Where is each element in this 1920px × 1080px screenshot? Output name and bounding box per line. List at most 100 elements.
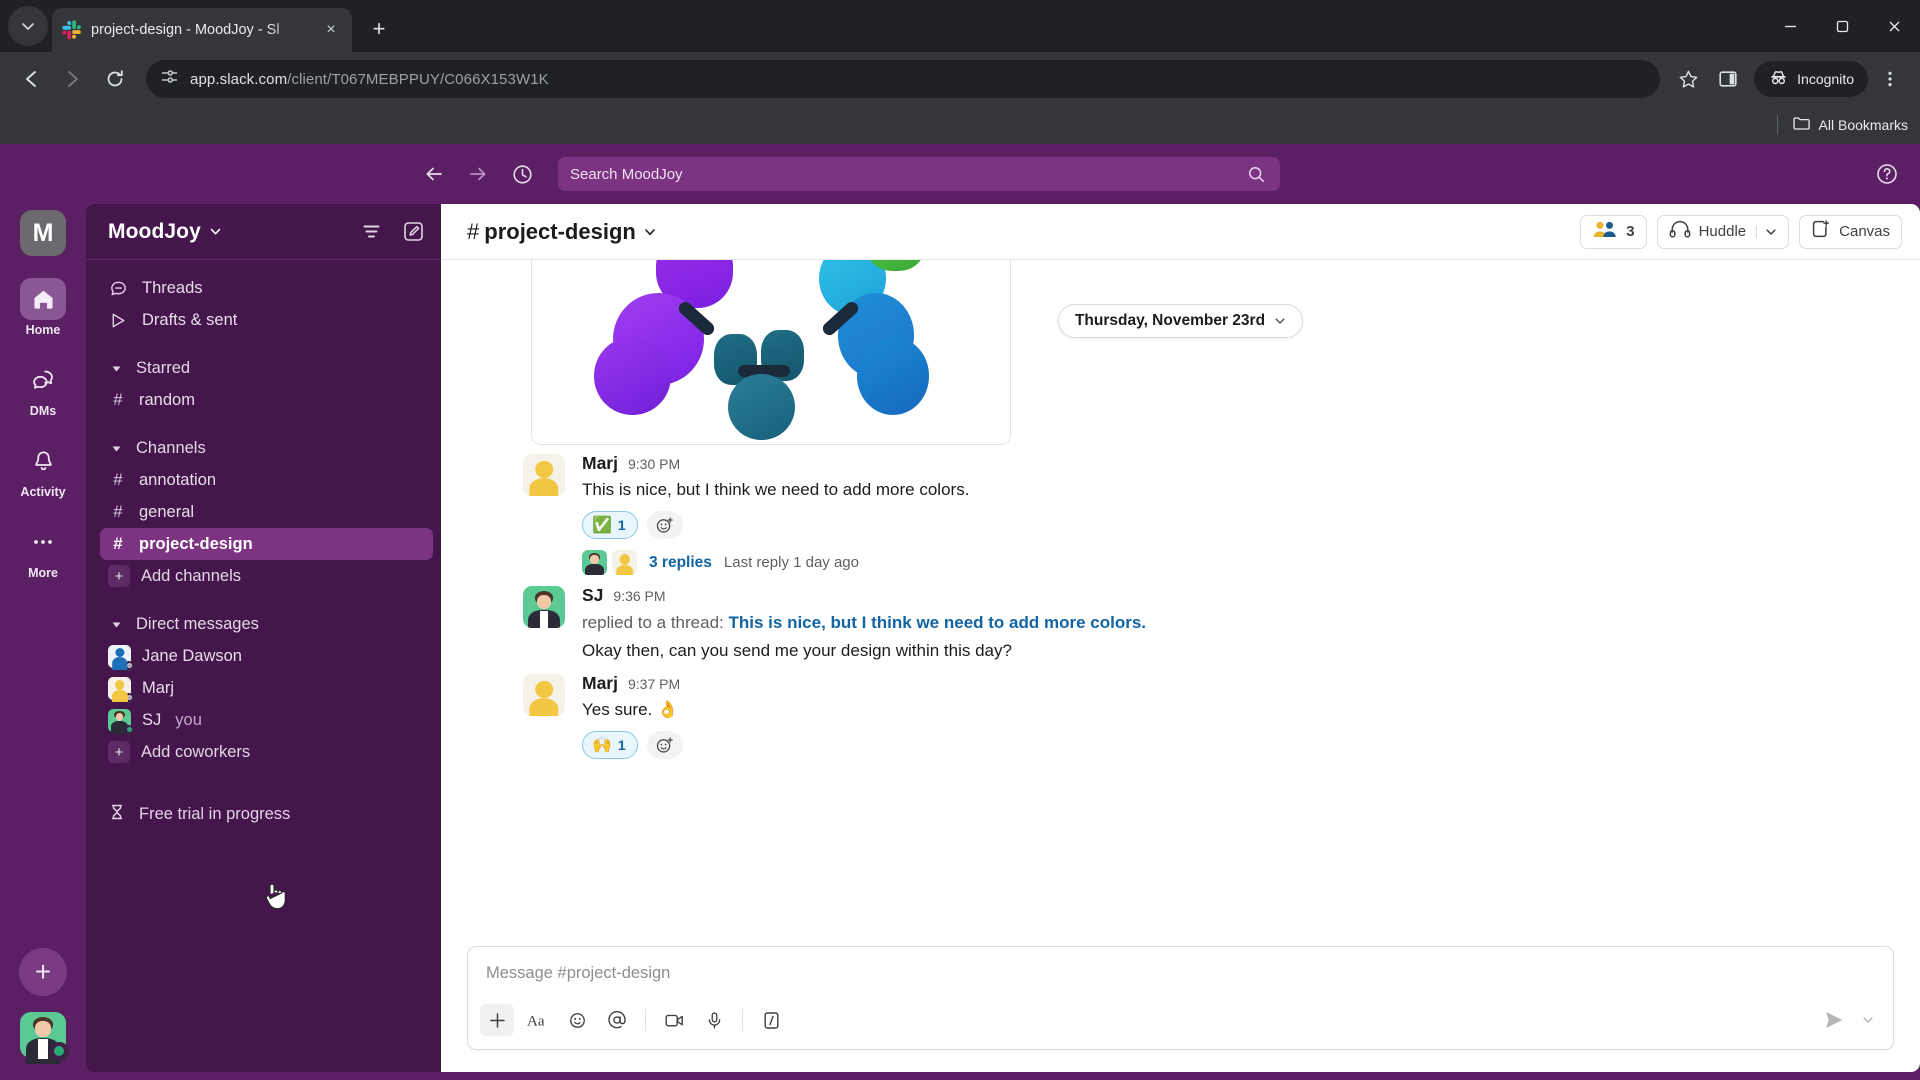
add-reaction-icon[interactable] — [646, 511, 683, 540]
add-channels-button[interactable]: + Add channels — [86, 560, 441, 592]
compose-icon[interactable] — [397, 216, 429, 248]
sidebar-section-starred[interactable]: Starred — [86, 352, 441, 384]
slack-back-icon[interactable] — [420, 160, 448, 188]
workspace-badge[interactable]: M — [20, 210, 66, 256]
sidebar-dm-sj[interactable]: SJ you — [86, 704, 441, 736]
sidebar-channel-random[interactable]: # random — [86, 384, 441, 416]
channel-title[interactable]: # project-design — [467, 219, 657, 245]
help-icon[interactable] — [1872, 159, 1902, 189]
user-avatar[interactable] — [20, 1012, 69, 1064]
channel-header: # project-design 3 Huddle Canvas — [441, 204, 1920, 260]
workspace-name[interactable]: MoodJoy — [108, 220, 201, 244]
members-button[interactable]: 3 — [1580, 214, 1647, 249]
sidebar-channel-general[interactable]: # general — [86, 496, 441, 528]
huddle-button[interactable]: Huddle — [1656, 214, 1790, 249]
video-clip-icon[interactable] — [657, 1004, 691, 1036]
slash-command-icon[interactable] — [754, 1004, 788, 1036]
incognito-indicator[interactable]: Incognito — [1754, 61, 1868, 97]
avatar — [582, 550, 607, 576]
avatar[interactable] — [523, 673, 565, 716]
sidebar-dm-label: Jane Dawson — [142, 646, 242, 665]
sidebar-section-dms[interactable]: Direct messages — [86, 608, 441, 640]
rail-item-dms[interactable]: DMs — [0, 359, 86, 418]
back-button[interactable] — [12, 60, 50, 98]
search-input[interactable]: Search MoodJoy — [558, 157, 1280, 191]
reply-thread-link[interactable]: This is nice, but I think we need to add… — [729, 613, 1147, 632]
new-item-button[interactable]: + — [19, 948, 67, 996]
bookmark-star-icon[interactable] — [1670, 61, 1706, 97]
maximize-icon[interactable] — [1816, 0, 1868, 52]
reaction-emoji: ✅ — [592, 517, 612, 535]
emoji-icon[interactable] — [560, 1004, 594, 1036]
message-timestamp[interactable]: 9:37 PM — [628, 676, 680, 692]
message-list[interactable]: Thursday, November 23rd Marj 9:30 PM Thi… — [441, 260, 1920, 936]
thread-summary[interactable]: 3 replies Last reply 1 day ago — [582, 550, 1894, 576]
add-coworkers-button[interactable]: + Add coworkers — [86, 736, 441, 768]
slack-history-icon[interactable] — [508, 160, 536, 188]
tab-search-chevron-icon[interactable] — [8, 6, 48, 46]
slack-forward-icon[interactable] — [464, 160, 492, 188]
reload-button[interactable] — [96, 60, 134, 98]
site-settings-icon[interactable] — [160, 67, 179, 91]
message-input[interactable]: Message #project-design — [468, 947, 1893, 1004]
message-author[interactable]: Marj — [582, 673, 618, 693]
message-composer[interactable]: Message #project-design Aa — [467, 946, 1894, 1050]
url-text: app.slack.com/client/T067MEBPPUY/C066X15… — [190, 71, 549, 88]
sidebar-channel-annotation[interactable]: # annotation — [86, 464, 441, 496]
sidebar-section-label-channels: Channels — [136, 438, 206, 457]
date-divider-pill[interactable]: Thursday, November 23rd — [1057, 304, 1304, 338]
message-author[interactable]: Marj — [582, 453, 618, 473]
thread-reply-count[interactable]: 3 replies — [649, 554, 712, 572]
audio-clip-icon[interactable] — [697, 1004, 731, 1036]
avatar[interactable] — [523, 454, 565, 496]
sidebar-section-channels[interactable]: Channels — [86, 432, 441, 464]
avatar[interactable] — [523, 586, 565, 629]
add-reaction-icon[interactable] — [646, 731, 683, 760]
new-tab-button[interactable]: + — [360, 10, 398, 48]
reaction-count: 1 — [617, 737, 626, 754]
free-trial-status[interactable]: Free trial in progress — [86, 798, 441, 830]
side-panel-icon[interactable] — [1710, 61, 1746, 97]
sidebar-dm-marj[interactable]: Marj — [86, 672, 441, 704]
message-timestamp[interactable]: 9:36 PM — [613, 589, 665, 605]
channel-name-text: project-design — [484, 218, 636, 244]
send-options-chevron-icon[interactable] — [1857, 1004, 1879, 1036]
chevron-down-icon[interactable] — [643, 225, 657, 239]
rail-item-activity[interactable]: Activity — [0, 440, 86, 499]
sidebar-channel-project-design[interactable]: # project-design — [100, 528, 433, 560]
text-format-icon[interactable]: Aa — [520, 1004, 554, 1036]
rail-label-activity: Activity — [20, 485, 66, 499]
address-bar[interactable]: app.slack.com/client/T067MEBPPUY/C066X15… — [146, 60, 1661, 98]
sidebar-dm-jane-dawson[interactable]: Jane Dawson — [86, 640, 441, 672]
minimize-icon[interactable] — [1764, 0, 1816, 52]
message: Marj 9:30 PM This is nice, but I think w… — [523, 445, 1894, 577]
rail-item-more[interactable]: More — [0, 521, 86, 580]
browser-tab[interactable]: project-design - MoodJoy - Sl × — [52, 8, 352, 52]
presence-indicator — [124, 660, 134, 671]
message-author[interactable]: SJ — [582, 586, 603, 606]
plus-icon[interactable] — [480, 1004, 514, 1036]
slack-history-nav — [420, 160, 536, 188]
mention-icon[interactable] — [600, 1004, 634, 1036]
sidebar-dm-you-suffix: you — [175, 710, 202, 729]
all-bookmarks-button[interactable]: All Bookmarks — [1792, 114, 1908, 136]
close-tab-icon[interactable]: × — [320, 19, 342, 41]
close-window-icon[interactable] — [1868, 0, 1920, 52]
reaction-chip[interactable]: ✅ 1 — [582, 511, 638, 540]
chevron-down-icon[interactable] — [209, 225, 222, 238]
huddle-options-chevron-icon[interactable] — [1756, 225, 1777, 238]
image-attachment[interactable] — [531, 260, 1011, 445]
sidebar-item-drafts[interactable]: Drafts & sent — [86, 304, 441, 336]
filter-icon[interactable] — [355, 216, 387, 248]
reaction-chip[interactable]: 🙌 1 — [582, 731, 638, 760]
browser-menu-icon[interactable] — [1872, 61, 1908, 97]
canvas-button[interactable]: Canvas — [1799, 214, 1902, 249]
chevron-down-icon[interactable] — [1274, 315, 1286, 327]
rail-item-home[interactable]: Home — [0, 278, 86, 337]
message-timestamp[interactable]: 9:30 PM — [628, 456, 680, 472]
sidebar-item-threads[interactable]: Threads — [86, 272, 441, 304]
thread-last-reply: Last reply 1 day ago — [723, 554, 859, 572]
message: SJ 9:36 PM replied to a thread: This is … — [523, 577, 1894, 665]
send-icon[interactable] — [1817, 1004, 1851, 1036]
avatar-face — [536, 594, 552, 610]
